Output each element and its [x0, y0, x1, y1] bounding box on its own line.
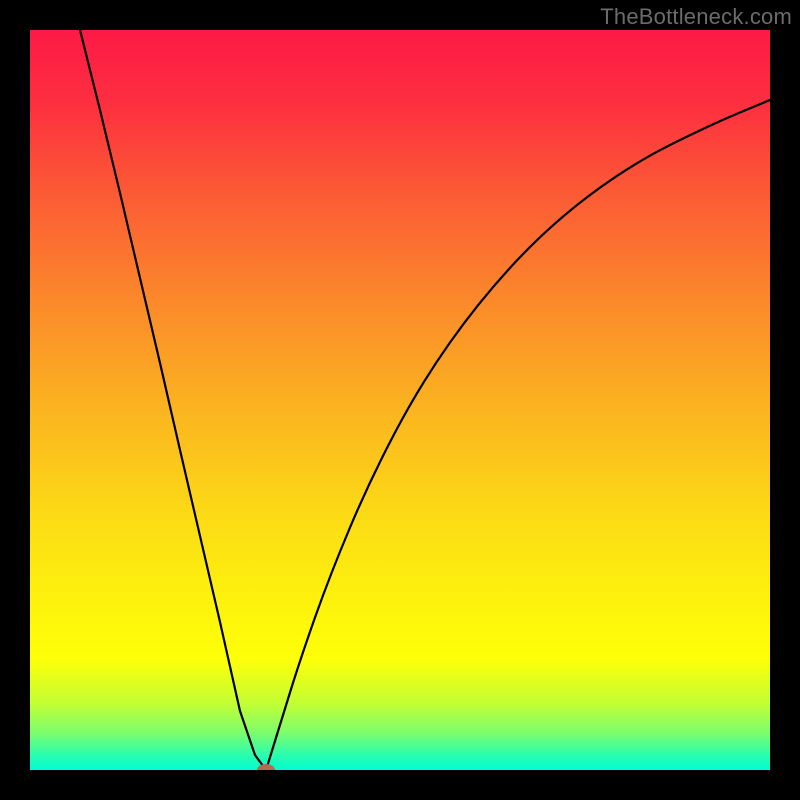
- curve-left-arm: [80, 30, 266, 770]
- plot-area: [30, 30, 770, 770]
- chart-frame: TheBottleneck.com: [0, 0, 800, 800]
- minimum-marker: [257, 764, 275, 770]
- watermark-label: TheBottleneck.com: [600, 4, 792, 30]
- curve-right-arm: [266, 100, 770, 770]
- curve-svg: [30, 30, 770, 770]
